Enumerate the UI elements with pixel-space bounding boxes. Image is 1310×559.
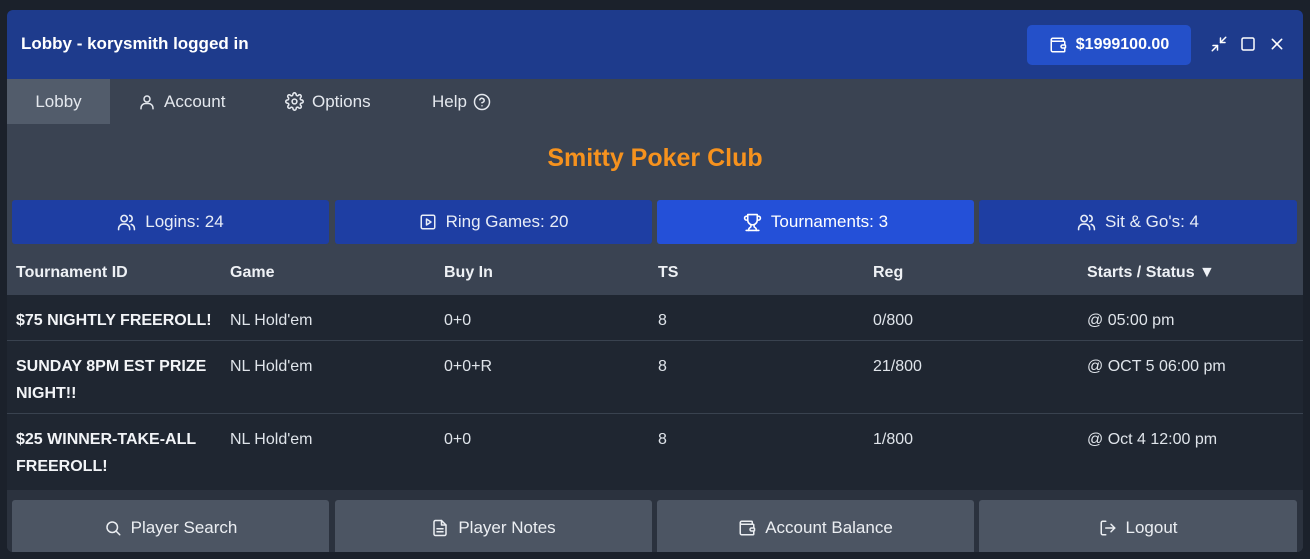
- tab-sit-and-gos-label: Sit & Go's: 4: [1105, 212, 1199, 231]
- player-search-label: Player Search: [130, 517, 238, 537]
- cell-reg: 0/800: [873, 312, 914, 329]
- menu-options[interactable]: Options: [285, 79, 371, 124]
- cell-buy-in: 0+0: [444, 312, 472, 329]
- lobby-window: Lobby - korysmith logged in $1999100.00: [7, 10, 1303, 552]
- tab-tournaments-label: Tournaments: 3: [770, 212, 889, 231]
- trophy-icon: [743, 213, 762, 232]
- cell-ts: 8: [658, 312, 667, 329]
- club-title: Smitty Poker Club: [547, 144, 763, 172]
- cell-tournament-id: $75 NIGHTLY FREEROLL!: [16, 312, 212, 329]
- cell-buy-in: 0+0: [444, 431, 472, 448]
- tab-logins[interactable]: Logins: 24: [12, 200, 329, 244]
- user-icon: [138, 93, 156, 111]
- lobby-content: Smitty Poker Club Logins: 24 Ring Games:…: [7, 124, 1303, 552]
- users-icon: [117, 213, 136, 232]
- table-header: Tournament ID Game Buy In TS Reg Starts …: [7, 250, 1303, 295]
- users-icon: [1077, 213, 1096, 232]
- menu-lobby[interactable]: Lobby: [7, 79, 110, 124]
- wallet-icon: [738, 519, 756, 537]
- menu-options-label: Options: [312, 91, 371, 111]
- cell-tournament-id: $25 WINNER-TAKE-ALL FREEROLL!: [16, 431, 196, 475]
- help-icon: [473, 93, 491, 111]
- gear-icon: [285, 92, 304, 111]
- maximize-icon: [1239, 35, 1257, 53]
- title-bar: Lobby - korysmith logged in $1999100.00: [7, 10, 1303, 79]
- cell-ts: 8: [658, 431, 667, 448]
- minimize-icon: [1210, 35, 1228, 53]
- cell-game: NL Hold'em: [230, 431, 313, 448]
- menu-account-label: Account: [164, 91, 226, 111]
- col-buy-in[interactable]: Buy In: [444, 264, 493, 282]
- player-search-button[interactable]: Player Search: [12, 500, 329, 552]
- balance-button[interactable]: $1999100.00: [1027, 25, 1191, 65]
- logout-icon: [1099, 519, 1117, 537]
- logout-button[interactable]: Logout: [979, 500, 1297, 552]
- close-button[interactable]: [1267, 34, 1287, 54]
- wallet-icon: [1049, 36, 1067, 54]
- notes-icon: [431, 519, 449, 537]
- tab-ring-games-label: Ring Games: 20: [445, 212, 569, 231]
- maximize-button[interactable]: [1238, 34, 1258, 54]
- cell-starts-status: @ OCT 5 06:00 pm: [1087, 358, 1226, 375]
- menu-help-label: Help: [432, 91, 467, 111]
- cell-buy-in: 0+0+R: [444, 358, 493, 375]
- cell-starts-status: @ Oct 4 12:00 pm: [1087, 431, 1218, 448]
- table-row[interactable]: $25 WINNER-TAKE-ALL FREEROLL! NL Hold'em…: [7, 414, 1303, 490]
- tab-tournaments[interactable]: Tournaments: 3: [657, 200, 974, 244]
- cell-reg: 1/800: [873, 431, 914, 448]
- tournament-table-body: $75 NIGHTLY FREEROLL! NL Hold'em 0+0 8 0…: [7, 295, 1303, 490]
- window-title: Lobby - korysmith logged in: [21, 34, 249, 53]
- cell-ts: 8: [658, 358, 667, 375]
- menu-bar: Lobby Account Options Help: [7, 79, 1303, 124]
- balance-amount: $1999100.00: [1075, 36, 1170, 53]
- bottom-action-bar: Player Search Player Notes Account Balan…: [7, 490, 1303, 552]
- cell-reg: 21/800: [873, 358, 922, 375]
- player-notes-button[interactable]: Player Notes: [335, 500, 652, 552]
- play-icon: [419, 213, 437, 231]
- cell-tournament-id: SUNDAY 8PM EST PRIZE NIGHT!!: [16, 358, 207, 402]
- col-starts-status[interactable]: Starts / Status ▼: [1087, 264, 1215, 282]
- cell-starts-status: @ 05:00 pm: [1087, 312, 1175, 329]
- account-balance-button[interactable]: Account Balance: [657, 500, 974, 552]
- table-row[interactable]: SUNDAY 8PM EST PRIZE NIGHT!! NL Hold'em …: [7, 341, 1303, 414]
- minimize-button[interactable]: [1209, 34, 1229, 54]
- tab-logins-label: Logins: 24: [145, 212, 224, 231]
- menu-help[interactable]: Help: [432, 79, 491, 124]
- menu-lobby-label: Lobby: [35, 91, 82, 111]
- search-icon: [104, 519, 122, 537]
- cell-game: NL Hold'em: [230, 358, 313, 375]
- menu-account[interactable]: Account: [138, 79, 225, 124]
- player-notes-label: Player Notes: [458, 517, 556, 537]
- cell-game: NL Hold'em: [230, 312, 313, 329]
- col-tournament-id[interactable]: Tournament ID: [16, 264, 128, 282]
- col-game[interactable]: Game: [230, 264, 274, 282]
- close-icon: [1269, 36, 1285, 52]
- col-ts[interactable]: TS: [658, 264, 678, 282]
- tab-ring-games[interactable]: Ring Games: 20: [335, 200, 652, 244]
- tab-sit-and-gos[interactable]: Sit & Go's: 4: [979, 200, 1297, 244]
- account-balance-label: Account Balance: [765, 517, 893, 537]
- col-reg[interactable]: Reg: [873, 264, 903, 282]
- logout-label: Logout: [1125, 517, 1178, 537]
- table-row[interactable]: $75 NIGHTLY FREEROLL! NL Hold'em 0+0 8 0…: [7, 295, 1303, 341]
